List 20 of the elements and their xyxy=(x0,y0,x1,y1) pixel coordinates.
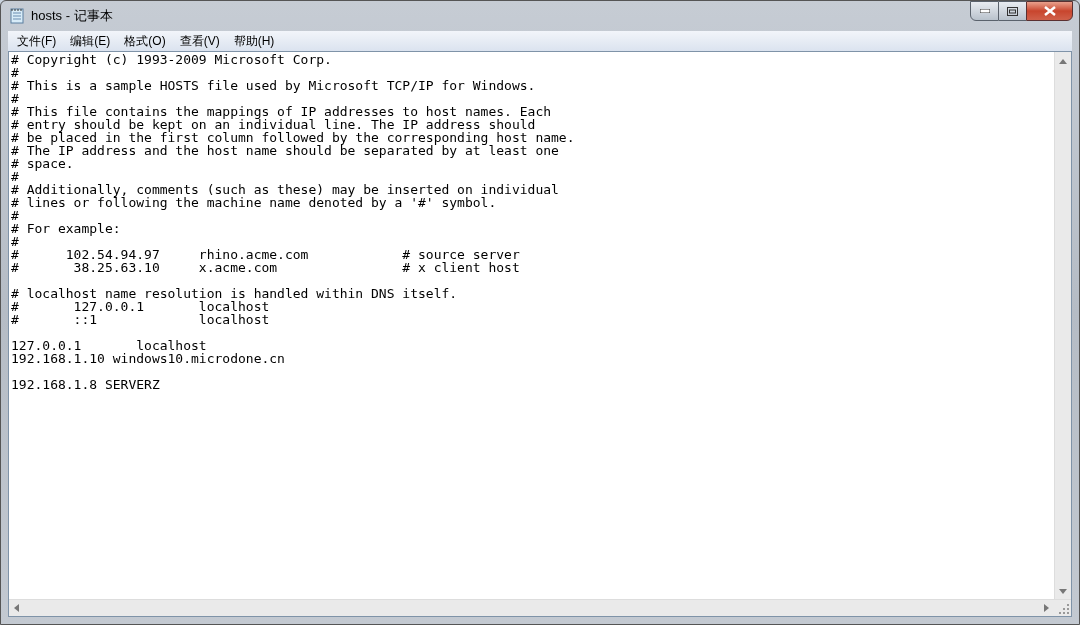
scroll-left-icon[interactable] xyxy=(14,604,19,612)
scroll-down-icon[interactable] xyxy=(1059,589,1067,594)
menu-item[interactable]: 帮助(H) xyxy=(227,32,281,50)
menu-item[interactable]: 格式(O) xyxy=(118,32,172,50)
resize-grip-icon[interactable] xyxy=(1059,604,1069,614)
close-icon xyxy=(1043,6,1056,16)
vertical-scrollbar[interactable] xyxy=(1054,52,1071,599)
horizontal-scrollbar[interactable] xyxy=(9,599,1054,616)
menu-item[interactable]: 查看(V) xyxy=(173,32,226,50)
notepad-icon xyxy=(9,8,25,24)
close-button[interactable] xyxy=(1026,1,1073,21)
menu-item[interactable]: 文件(F) xyxy=(11,32,63,50)
scroll-right-icon[interactable] xyxy=(1044,604,1049,612)
scroll-up-icon[interactable] xyxy=(1059,59,1067,64)
maximize-icon xyxy=(1007,6,1018,16)
maximize-button[interactable] xyxy=(999,1,1026,21)
window-title: hosts - 记事本 xyxy=(31,7,113,26)
menu-item[interactable]: 编辑(E) xyxy=(64,32,117,50)
minimize-icon xyxy=(979,9,990,13)
minimize-button[interactable] xyxy=(970,1,999,21)
